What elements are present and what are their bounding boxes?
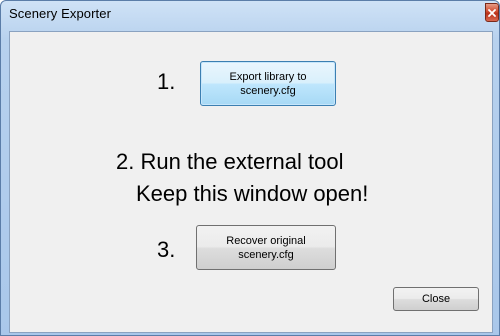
step-2-warning: Keep this window open!: [136, 181, 369, 206]
dialog-client-area: 1. Export library to scenery.cfg 2. Run …: [9, 31, 493, 333]
recover-button-label-line2: scenery.cfg: [238, 248, 294, 261]
export-library-button[interactable]: Export library to scenery.cfg: [200, 61, 336, 106]
close-button[interactable]: Close: [393, 287, 479, 311]
scenery-exporter-window: Scenery Exporter 1. Export library to sc…: [0, 0, 500, 336]
title-bar[interactable]: Scenery Exporter: [1, 1, 499, 29]
close-icon: [488, 9, 496, 17]
window-close-button[interactable]: [485, 3, 499, 22]
window-title: Scenery Exporter: [9, 6, 112, 21]
close-button-label: Close: [421, 293, 451, 305]
step-3-number: 3.: [157, 237, 176, 262]
export-button-label-line1: Export library to: [229, 70, 307, 83]
export-button-label-line2: scenery.cfg: [240, 84, 296, 97]
recover-button-label-line1: Recover original: [226, 234, 306, 247]
step-1-number: 1.: [157, 69, 176, 94]
recover-original-button[interactable]: Recover original scenery.cfg: [196, 225, 336, 270]
step-2-instruction: 2. Run the external tool: [116, 149, 344, 174]
